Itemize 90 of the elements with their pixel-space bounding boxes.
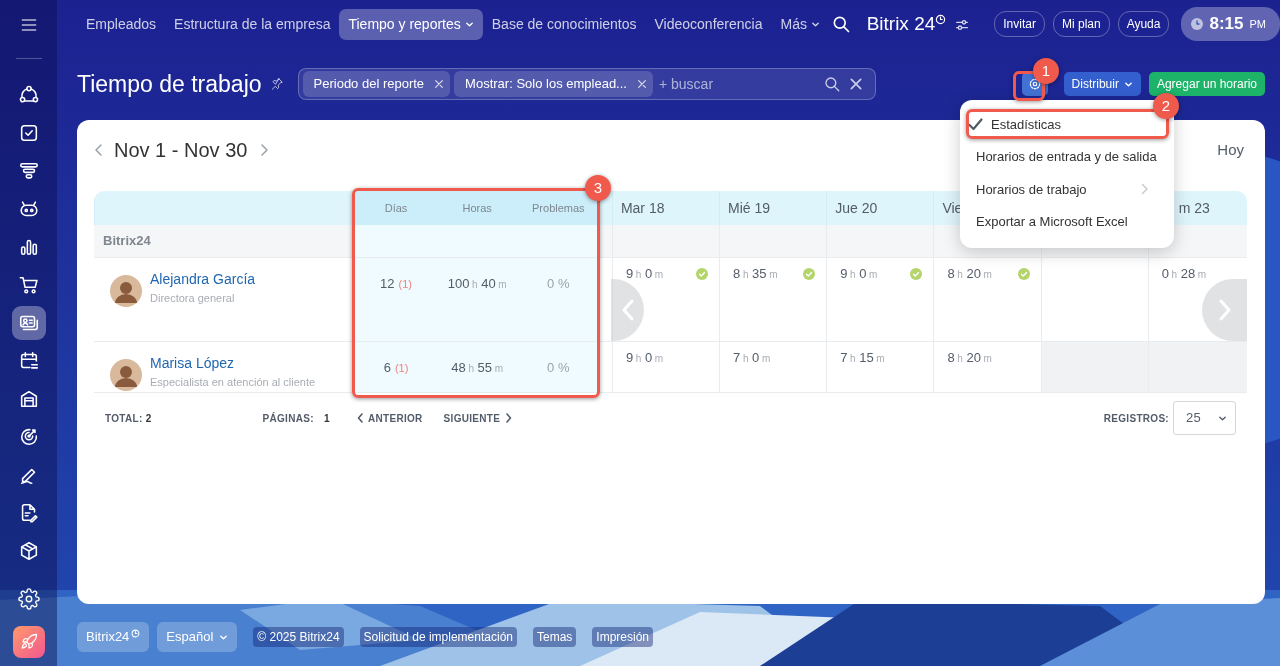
next-link[interactable]: SIGUIENTE xyxy=(443,410,513,426)
hours-total: 48 h 55 m xyxy=(451,360,503,375)
filter-chip[interactable]: Mostrar: Solo los emplead... xyxy=(454,71,653,97)
header-button[interactable]: Invitar xyxy=(994,11,1045,37)
nav-tab[interactable]: Empleados xyxy=(77,8,166,40)
issue-count: (1) xyxy=(398,278,412,290)
clock-icon xyxy=(935,13,947,25)
menu-item[interactable]: Horarios de trabajo xyxy=(960,173,1174,206)
time-value: 7 h 15 m xyxy=(840,349,885,367)
previous-link[interactable]: ANTERIOR xyxy=(356,410,423,426)
filter-chip[interactable]: Periodo del reporte xyxy=(302,71,451,97)
logo: Bitrix 24 xyxy=(866,11,936,36)
close-icon xyxy=(434,79,445,89)
day-count: 12 xyxy=(380,276,395,291)
funnel-icon xyxy=(17,160,40,182)
issue-count: (1) xyxy=(394,362,409,374)
employee-position: Directora general xyxy=(150,291,236,306)
confirmed-icon xyxy=(803,267,816,280)
time-value: 8 h 20 m xyxy=(947,265,992,283)
time-value: 0 h 28 m xyxy=(1161,265,1207,283)
time-value: 7 h 0 m xyxy=(733,349,771,367)
header-button[interactable]: Ayuda xyxy=(1117,11,1170,37)
nav-tab[interactable]: Estructura de la empresa xyxy=(165,8,340,40)
per-page-label: REGISTROS: xyxy=(1103,411,1169,426)
dropdown-button[interactable]: Distribuir xyxy=(1063,72,1141,96)
clock-icon xyxy=(1191,18,1204,30)
chevron-right-icon xyxy=(259,143,270,157)
chevron-right-icon xyxy=(505,413,513,423)
today-link[interactable]: Hoy xyxy=(1217,138,1244,162)
close-icon xyxy=(636,79,647,89)
nav-tab[interactable]: Videoconferencia xyxy=(645,8,772,40)
chevron-left-icon xyxy=(356,413,364,423)
hours-total: 100 h 40 m xyxy=(447,276,507,291)
footer-link[interactable]: Impresión xyxy=(592,627,653,647)
nav-tab[interactable]: Más xyxy=(771,8,829,40)
confirmed-icon xyxy=(696,267,709,280)
footer-link[interactable]: Solicitud de implementación xyxy=(359,627,517,647)
group-name: Bitrix24 xyxy=(102,233,151,249)
column-header: Mar 18 xyxy=(620,199,665,216)
nav-tab[interactable]: Tiempo y reportes xyxy=(339,8,483,40)
total-count: TOTAL: 2 xyxy=(105,411,152,426)
header-button[interactable]: Mi plan xyxy=(1052,11,1110,37)
day-count: 6 xyxy=(383,360,391,375)
confirmed-icon xyxy=(1017,267,1030,280)
sidebar-item[interactable] xyxy=(11,306,46,340)
rocket-icon xyxy=(19,633,38,651)
period-label: Nov 1 - Nov 30 xyxy=(114,138,248,163)
clock-period: PM xyxy=(1249,16,1266,32)
avatar xyxy=(110,359,142,391)
time-value: 9 h 0 m xyxy=(840,265,878,283)
column-header: Mié 19 xyxy=(728,199,771,216)
time-value: 8 h 20 m xyxy=(947,349,992,367)
menu-item[interactable]: Exportar a Microsoft Excel xyxy=(960,205,1174,238)
avatar xyxy=(110,275,142,307)
copyright-text: © 2025 Bitrix24 xyxy=(253,627,344,647)
time-value: 9 h 0 m xyxy=(625,349,664,367)
close-icon xyxy=(848,77,863,91)
pin-icon xyxy=(269,77,284,91)
column-header: Horas xyxy=(462,201,492,214)
cart-icon xyxy=(17,274,40,296)
employee-name[interactable]: Alejandra García xyxy=(150,269,256,290)
problems-percent: 0 % xyxy=(547,276,570,291)
confirmed-icon xyxy=(910,267,923,280)
settings-icon xyxy=(1027,77,1042,91)
column-header: Jue 20 xyxy=(835,199,878,216)
chevron-right-icon xyxy=(1141,183,1148,196)
rocket-button[interactable] xyxy=(12,626,45,658)
chevron-left-icon xyxy=(94,143,104,157)
chevron-right-icon xyxy=(1218,299,1231,321)
search-icon xyxy=(822,75,841,93)
per-page-select[interactable]: 25 xyxy=(1173,401,1236,435)
chevron-left-icon xyxy=(621,299,634,321)
time-value: 9 h 0 m xyxy=(625,265,664,283)
column-header: Días xyxy=(384,201,408,214)
problems-percent: 0 % xyxy=(547,360,570,375)
column-header: Problemas xyxy=(532,201,585,214)
page-title: Tiempo de trabajo xyxy=(77,69,262,99)
employee-position: Especialista en atención al cliente xyxy=(150,375,316,390)
filter-field[interactable]: Periodo del reporte Mostrar: Solo los emplead... + buscar xyxy=(297,68,876,100)
time-value: 8 h 35 m xyxy=(733,265,778,283)
column-header: m 23 xyxy=(1178,199,1210,216)
settings-icon xyxy=(17,588,40,610)
page-count: PÁGINAS: 1 xyxy=(262,411,330,426)
footer-link[interactable]: Temas xyxy=(533,627,577,647)
employee-name[interactable]: Marisa López xyxy=(150,353,316,374)
clock-icon xyxy=(131,628,141,638)
nav-tab[interactable]: Base de conocimientos xyxy=(482,8,646,40)
menu-item[interactable]: Horarios de entrada y de salida xyxy=(960,140,1174,173)
checkmark-icon xyxy=(968,117,983,131)
clock-time: 8:15 xyxy=(1209,13,1244,36)
